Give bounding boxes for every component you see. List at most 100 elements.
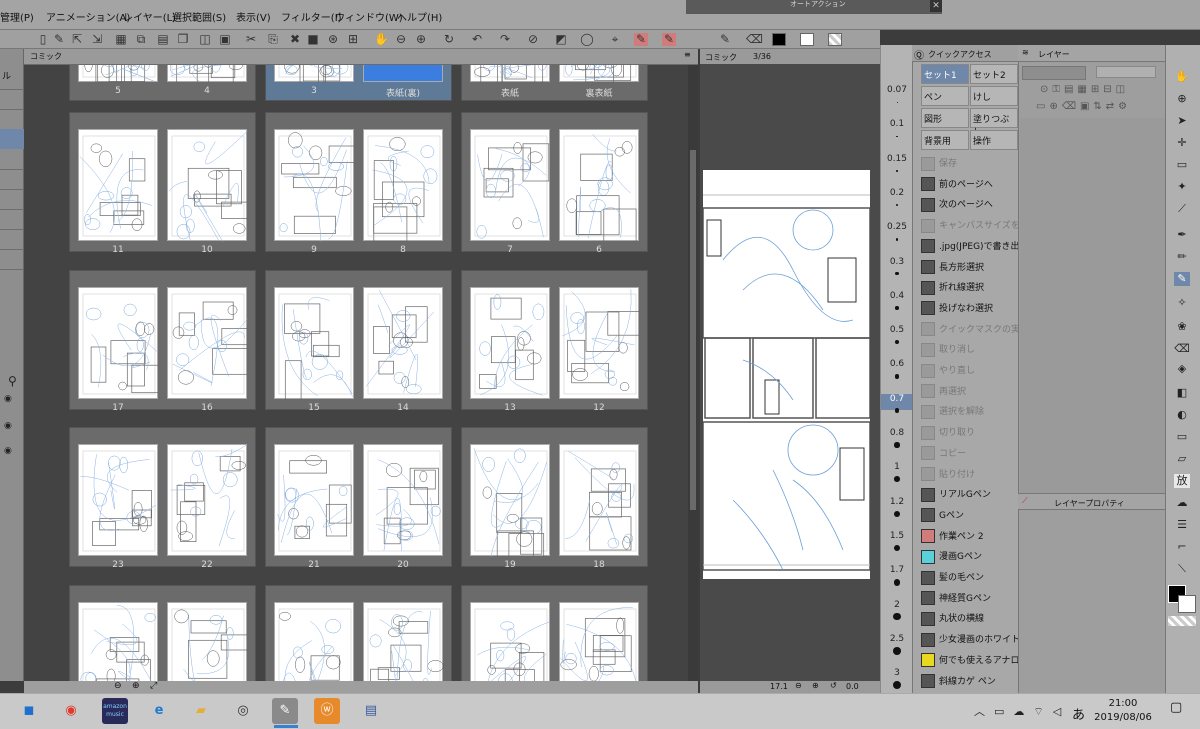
zoom-out-icon-2[interactable]: ⊖ [795, 681, 802, 690]
clock[interactable]: 21:00 2019/08/06 [1088, 697, 1158, 725]
insert-page-icon[interactable]: ⧉ [134, 33, 148, 46]
page-spread[interactable]: 76 [461, 112, 648, 255]
brush-size-value[interactable]: 1.7 [881, 565, 913, 575]
transparent-swatch[interactable] [1168, 616, 1196, 626]
close-icon[interactable]: ✕ [930, 0, 942, 12]
new-icon[interactable]: ▯ [36, 33, 50, 46]
page-thumbnail[interactable] [559, 129, 639, 242]
quick-access-item[interactable]: 何でも使えるアナロ [921, 651, 1018, 671]
quick-access-item[interactable]: 選択を解除 [921, 402, 1018, 422]
page-thumbnail[interactable] [559, 65, 639, 83]
deselect-icon[interactable]: ⊘ [526, 33, 540, 46]
pen-tool-palette-icon[interactable]: ✒ [1174, 228, 1190, 242]
amazon-music-icon[interactable]: amazon music [102, 698, 128, 724]
quick-access-item[interactable]: 取り消し [921, 340, 1018, 360]
quick-access-set-tab[interactable]: 操作 [970, 130, 1018, 150]
zoom-out-small-icon[interactable]: ⊖ [114, 681, 122, 691]
white-color-swatch[interactable] [800, 33, 814, 46]
quick-access-item[interactable]: 丸状の横線 [921, 609, 1018, 629]
menu-animation[interactable]: アニメーション(A) [46, 9, 130, 24]
fill-icon[interactable]: ■ [306, 33, 320, 46]
left-dock-selected-row[interactable] [0, 129, 24, 149]
clear-icon[interactable]: ✖ [288, 33, 302, 46]
page-manager-scrollbar[interactable] [688, 65, 698, 681]
quick-access-item[interactable]: 切り取り [921, 423, 1018, 443]
import-icon[interactable]: ⇲ [90, 33, 104, 46]
duplicate-page-icon[interactable]: ❐ [176, 33, 190, 46]
quick-access-item[interactable]: 少女漫画のホワイト [921, 630, 1018, 650]
brush-size-value[interactable]: 0.8 [881, 428, 913, 438]
quick-access-item[interactable]: 投げなわ選択 [921, 299, 1018, 319]
page-thumbnail[interactable] [167, 444, 247, 556]
page-thumbnail[interactable] [559, 287, 640, 399]
brush-size-value[interactable]: 0.6 [881, 359, 913, 369]
brush-size-value[interactable]: 3 [881, 668, 913, 678]
page-spread[interactable] [69, 585, 256, 681]
menu-selection[interactable]: 選択範囲(S) [172, 9, 226, 24]
eye-icon-2[interactable]: ◉ [4, 421, 12, 431]
page-thumbnail[interactable] [274, 444, 354, 556]
quick-access-set-tab[interactable]: けし [970, 86, 1018, 106]
hand-tool-icon[interactable]: ✋ [1174, 70, 1190, 84]
quick-access-set-tab[interactable]: 背景用 [921, 130, 969, 150]
page-spread[interactable]: 23 22 [69, 427, 256, 570]
panel-menu-icon[interactable]: ≡ [684, 50, 691, 59]
scale-icon[interactable]: ⊞ [346, 33, 360, 46]
scrollbar-thumb[interactable] [690, 150, 696, 510]
layer-tab[interactable]: ≋ レイヤー [1018, 45, 1165, 62]
page-thumbnail[interactable] [78, 602, 158, 681]
gradient-tool-icon[interactable]: ◐ [1174, 408, 1190, 422]
page-thumbnail[interactable] [167, 602, 248, 681]
brush-size-value[interactable]: 0.4 [881, 291, 913, 301]
quick-access-item[interactable]: コピー [921, 444, 1018, 464]
menu-help[interactable]: ヘルプ(H) [397, 9, 442, 24]
quick-access-item[interactable]: 作業ペン 2 [921, 527, 1018, 547]
opacity-slider[interactable] [1096, 66, 1156, 78]
page-spread[interactable] [265, 585, 452, 681]
page-spread[interactable]: 3 表紙(裏) [265, 65, 452, 101]
brush-size-value[interactable]: 0.1 [881, 119, 913, 129]
fit-icon[interactable]: ⤢ [150, 681, 157, 691]
page-thumbnail[interactable] [363, 602, 444, 681]
quick-access-item[interactable]: 保存 [921, 154, 1018, 174]
eyedropper-icon[interactable]: ⟋ [1174, 202, 1190, 216]
quick-access-item[interactable]: 髪の毛ペン [921, 568, 1018, 588]
page-thumbnail[interactable] [78, 129, 158, 241]
page-canvas[interactable] [702, 170, 871, 579]
page-thumbnail[interactable] [167, 129, 248, 242]
invert-icon[interactable]: ◩ [554, 33, 568, 46]
page-spread[interactable]: 17 16 [69, 270, 256, 413]
page-spread[interactable]: 21 20 [265, 427, 452, 570]
page-view-tab[interactable]: コミック 3/36 [700, 49, 880, 64]
black-color-swatch[interactable] [772, 33, 786, 46]
page-thumbnail[interactable] [274, 602, 354, 681]
page-thumbnail[interactable] [78, 444, 158, 556]
menu-manage[interactable]: 管理(P) [0, 9, 34, 24]
page-thumbnail[interactable] [470, 65, 550, 83]
page-spread[interactable]: 19 18 [461, 427, 648, 570]
undo-icon[interactable]: ↶ [470, 33, 484, 46]
quick-access-item[interactable]: 斜線カゲ ペン [921, 672, 1018, 692]
zoom-in-small-icon[interactable]: ⊕ [132, 681, 140, 691]
page-thumbnail[interactable] [363, 287, 443, 399]
redo-icon[interactable]: ↷ [498, 33, 512, 46]
quick-access-item[interactable]: 長方形選択 [921, 258, 1018, 278]
page-thumbnail[interactable] [470, 444, 550, 557]
page-thumbnail[interactable] [78, 65, 158, 83]
sub-color-swatch[interactable] [1178, 595, 1196, 613]
brush-size-value[interactable]: 0.2 [881, 188, 913, 198]
notification-icon[interactable]: ▢ [1170, 700, 1182, 715]
chrome-icon[interactable]: ◉ [58, 698, 84, 724]
zoom-tool-icon[interactable]: ⊕ [1174, 92, 1190, 106]
page-thumbnail[interactable] [470, 602, 550, 681]
magnifier-icon[interactable]: ⚲ [8, 374, 17, 388]
brush-size-value[interactable]: 0.25 [881, 222, 913, 232]
figure-tool-icon[interactable]: ▭ [1174, 430, 1190, 444]
brush-size-value[interactable]: 1.2 [881, 497, 913, 507]
brush-size-value[interactable]: 0.3 [881, 257, 913, 267]
layer-list[interactable] [1020, 118, 1165, 493]
quick-access-item[interactable]: 前のページへ [921, 175, 1018, 195]
pen-icon[interactable]: ✎ [52, 33, 66, 46]
quick-access-item[interactable]: やり直し [921, 361, 1018, 381]
transparent-icon[interactable]: ⌖ [608, 33, 622, 46]
